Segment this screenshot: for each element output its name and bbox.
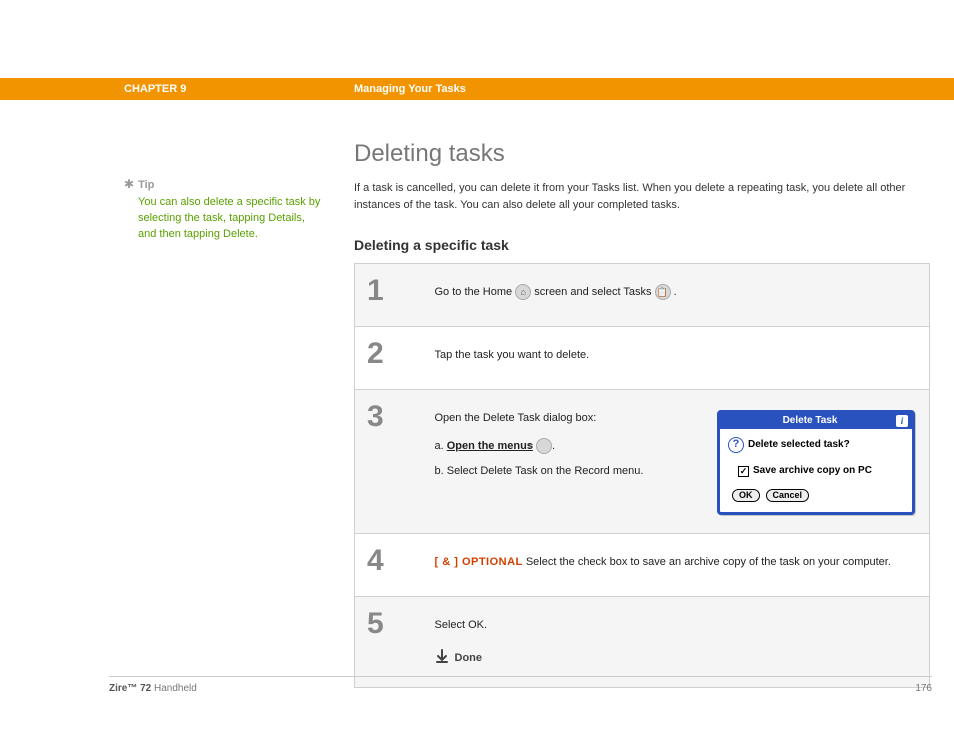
main-content: Deleting tasks If a task is cancelled, y… xyxy=(354,140,930,688)
dialog-titlebar: Delete Task i xyxy=(720,413,912,429)
page-number: 176 xyxy=(915,683,932,694)
step1-text-a: Go to the Home xyxy=(435,286,516,298)
steps-table: 1 Go to the Home ⌂ screen and select Tas… xyxy=(354,263,930,688)
sidebar-tip: ✱ Tip You can also delete a specific task… xyxy=(124,175,324,243)
ok-button[interactable]: OK xyxy=(732,489,760,502)
menu-icon: ≡ xyxy=(536,438,552,454)
tip-label: Tip xyxy=(138,179,154,191)
product-name: Zire™ 72 Handheld xyxy=(109,683,197,694)
done-arrow-icon xyxy=(435,649,449,670)
step-number: 3 xyxy=(355,390,429,534)
product-bold: Zire™ 72 xyxy=(109,683,151,694)
step5-text: Select OK. xyxy=(435,617,916,635)
page-title: Deleting tasks xyxy=(354,140,930,168)
step-row-1: 1 Go to the Home ⌂ screen and select Tas… xyxy=(355,264,930,327)
step-number: 5 xyxy=(355,597,429,688)
chapter-header: CHAPTER 9 Managing Your Tasks xyxy=(0,78,954,100)
step1-text-b: screen and select Tasks xyxy=(534,286,654,298)
step3-lead: Open the Delete Task dialog box: xyxy=(435,410,695,428)
step-row-2: 2 Tap the task you want to delete. xyxy=(355,327,930,390)
step-row-3: 3 Delete Task i ? Delete selected task? xyxy=(355,390,930,534)
product-rest: Handheld xyxy=(151,683,197,694)
cancel-button[interactable]: Cancel xyxy=(766,489,810,502)
info-icon[interactable]: i xyxy=(896,415,908,427)
chapter-label: CHAPTER 9 xyxy=(124,83,354,95)
home-icon: ⌂ xyxy=(515,284,531,300)
optional-tag: [ & ] OPTIONAL xyxy=(435,556,523,568)
tip-text: You can also delete a specific task by s… xyxy=(124,195,324,243)
step3-substeps: a. Open the menus ≡. b. Select Delete Ta… xyxy=(435,438,695,481)
page-footer: Zire™ 72 Handheld 176 xyxy=(109,676,932,694)
step1-text-c: . xyxy=(674,286,677,298)
intro-text: If a task is cancelled, you can delete i… xyxy=(354,180,930,213)
dialog-title: Delete Task xyxy=(724,413,896,429)
step-body: Go to the Home ⌂ screen and select Tasks… xyxy=(429,264,930,327)
tasks-icon: 📋 xyxy=(655,284,671,300)
step-body: Tap the task you want to delete. xyxy=(429,327,930,390)
tip-header: ✱ Tip xyxy=(124,175,324,193)
step-row-4: 4 [ & ] OPTIONAL Select the check box to… xyxy=(355,534,930,597)
open-menus-link[interactable]: Open the menus xyxy=(447,440,533,452)
section-heading: Deleting a specific task xyxy=(354,237,930,253)
dialog-question: Delete selected task? xyxy=(748,437,850,453)
delete-task-dialog: Delete Task i ? Delete selected task? ✓ … xyxy=(717,410,915,515)
dialog-buttons: OK Cancel xyxy=(728,489,904,504)
step-body: Delete Task i ? Delete selected task? ✓ … xyxy=(429,390,930,534)
dialog-question-row: ? Delete selected task? xyxy=(728,437,904,453)
done-row: Done xyxy=(435,649,916,670)
dialog-body: ? Delete selected task? ✓ Save archive c… xyxy=(720,429,912,512)
archive-label: Save archive copy on PC xyxy=(753,463,872,479)
step-number: 2 xyxy=(355,327,429,390)
question-icon: ? xyxy=(728,437,744,453)
substep-a-prefix: a. xyxy=(435,440,447,452)
done-label: Done xyxy=(455,650,483,668)
step-body: Select OK. Done xyxy=(429,597,930,688)
step4-text: Select the check box to save an archive … xyxy=(523,556,891,568)
step-body: [ & ] OPTIONAL Select the check box to s… xyxy=(429,534,930,597)
step3-instructions: Open the Delete Task dialog box: a. Open… xyxy=(435,410,695,489)
chapter-title: Managing Your Tasks xyxy=(354,83,466,95)
step-number: 4 xyxy=(355,534,429,597)
substep-b: b. Select Delete Task on the Record menu… xyxy=(435,463,695,481)
step-row-5: 5 Select OK. Done xyxy=(355,597,930,688)
step-number: 1 xyxy=(355,264,429,327)
dialog-archive-row: ✓ Save archive copy on PC xyxy=(728,463,904,479)
substep-a: a. Open the menus ≡. xyxy=(435,438,695,456)
archive-checkbox[interactable]: ✓ xyxy=(738,466,749,477)
asterisk-icon: ✱ xyxy=(124,177,134,191)
